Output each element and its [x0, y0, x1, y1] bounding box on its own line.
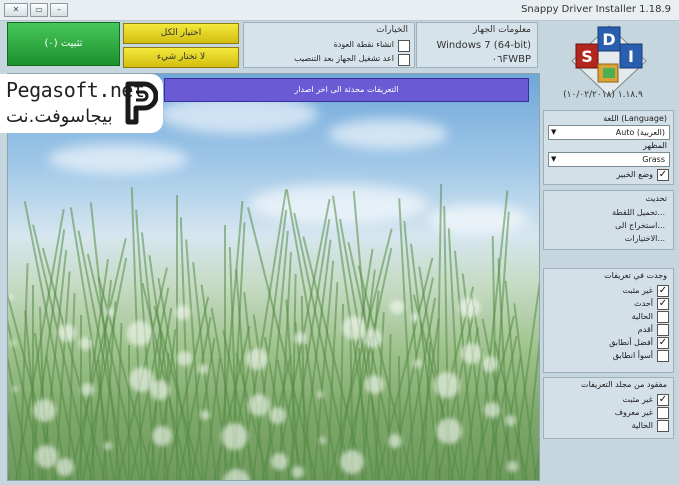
found-filter-checkbox[interactable] [657, 324, 669, 336]
select-all-button[interactable]: اختيار الكل [123, 23, 239, 44]
load-snapshot-link[interactable]: تحميل اللقطة... [612, 208, 665, 217]
language-value: Auto (العربية) [615, 128, 665, 137]
found-filter-checkbox[interactable] [657, 350, 669, 362]
settings-panel: اللغة (Language) ▼ Auto (العربية) المظهر… [543, 110, 674, 185]
extract-to-link[interactable]: استخراج الى... [615, 221, 665, 230]
drivers-up-to-date-notice: التعريفات محدثة الى اخر اصدار [164, 78, 529, 102]
options-panel: الخيارات انشاء نقطة العودة اعد تشغيل الج… [243, 22, 415, 68]
language-label: اللغة (Language) [603, 114, 667, 123]
found-filter-panel: وجدت في تعريفات غير مثبت ✓ أحدث ✓ الحالية أقد… [543, 268, 674, 373]
missing-filter-panel: مفقود من مجلد التعريفات غير مثبت ✓ غير معر… [543, 377, 674, 439]
app-window: ✕ ▭ – Snappy Driver Installer 1.18.9 تثب… [0, 0, 679, 485]
system-info-title: معلومات الجهاز [473, 25, 531, 35]
version-text: ١.١٨.٩ (١٠/٠٢/٢٠١٨) [563, 90, 643, 100]
pegasoft-logo-icon [125, 81, 158, 125]
found-filter-label: أفضل أنطابق [609, 338, 653, 347]
watermark: Pegasoft.net بيجاسوفت.نت [0, 74, 163, 133]
missing-filter-checkbox[interactable] [657, 407, 669, 419]
theme-label: المظهر [643, 141, 667, 150]
logo-letter-d: D [602, 30, 615, 49]
found-filter-label: أقدم [637, 325, 653, 334]
update-title: تحديث [645, 194, 667, 203]
maximize-button[interactable]: ▭ [30, 3, 48, 17]
found-filter-checkbox[interactable]: ✓ [657, 298, 669, 310]
missing-filter-checkbox[interactable] [657, 420, 669, 432]
update-panel: تحديث تحميل اللقطة... استخراج الى... الا… [543, 190, 674, 250]
found-filter-label: غير مثبت [622, 286, 653, 295]
options-title: الخيارات [376, 25, 408, 35]
sdi-logo-icon: S D I [571, 25, 647, 97]
logo-letter-s: S [581, 47, 593, 66]
language-dropdown[interactable]: ▼ Auto (العربية) [548, 125, 670, 140]
window-title: Snappy Driver Installer 1.18.9 [521, 4, 671, 15]
missing-filter-checkbox[interactable]: ✓ [657, 394, 669, 406]
watermark-arabic: بيجاسوفت.نت [6, 106, 113, 127]
found-filter-checkbox[interactable] [657, 311, 669, 323]
chevron-down-icon: ▼ [551, 155, 557, 163]
missing-filter-label: غير مثبت [622, 395, 653, 404]
system-info-panel[interactable]: معلومات الجهاز Windows 7 (64-bit) ٠٦FWBP [416, 22, 538, 68]
reboot-label: اعد تشغيل الجهاز بعد التنصيب [294, 54, 394, 63]
os-name: Windows 7 (64-bit) [436, 40, 531, 51]
expert-mode-checkbox[interactable]: ✓ [657, 169, 669, 181]
theme-value: Grass [642, 155, 665, 164]
expert-mode-label: وضع الخبير [616, 170, 653, 179]
restore-point-label: انشاء نقطة العودة [333, 40, 394, 49]
minimize-button[interactable]: – [50, 3, 68, 17]
window-controls: ✕ ▭ – [4, 3, 68, 17]
found-title: وجدت في تعريفات [604, 271, 667, 280]
found-filter-label: أسوأ انطابق [612, 351, 653, 360]
title-bar: ✕ ▭ – Snappy Driver Installer 1.18.9 [0, 0, 679, 21]
missing-title: مفقود من مجلد التعريفات [581, 380, 667, 389]
missing-filter-label: غير معروف [614, 408, 653, 417]
chevron-down-icon: ▼ [551, 128, 557, 136]
reboot-checkbox[interactable] [398, 54, 410, 66]
logo-letter-i: I [628, 47, 634, 66]
restore-point-checkbox[interactable] [398, 40, 410, 52]
found-filter-label: أحدث [634, 299, 653, 308]
found-filter-checkbox[interactable]: ✓ [657, 337, 669, 349]
theme-dropdown[interactable]: ▼ Grass [548, 152, 670, 167]
found-filter-checkbox[interactable]: ✓ [657, 285, 669, 297]
driver-list-area[interactable] [7, 73, 540, 481]
install-button[interactable]: تثبيت (٠) [7, 22, 120, 66]
machine-name: ٠٦FWBP [491, 54, 531, 65]
options-link[interactable]: الاختيارات... [625, 234, 665, 243]
missing-filter-label: الحالية [631, 421, 653, 430]
close-button[interactable]: ✕ [4, 3, 28, 17]
select-none-button[interactable]: لا تختار شيء [123, 47, 239, 68]
found-filter-label: الحالية [631, 312, 653, 321]
